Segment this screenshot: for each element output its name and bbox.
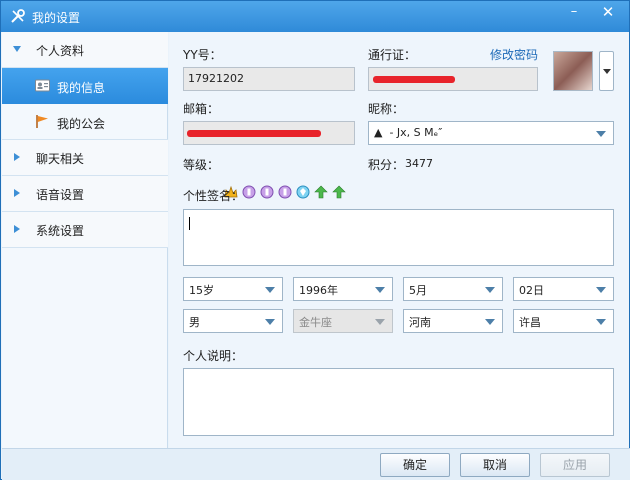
sidebar-group-chat[interactable]: 聊天相关	[2, 140, 168, 176]
sidebar-group-label: 语音设置	[36, 188, 85, 202]
province-select[interactable]: 河南	[403, 309, 503, 333]
avatar-dropdown[interactable]	[599, 51, 614, 91]
chevron-right-icon	[14, 225, 20, 233]
window-title: 我的设置	[32, 11, 81, 25]
zodiac-value: 金牛座	[299, 316, 332, 329]
level-label: 等级：	[183, 158, 220, 172]
city-select[interactable]: 许昌	[513, 309, 614, 333]
birth-month-select[interactable]: 5月	[403, 277, 503, 301]
nickname-label: 昵称：	[368, 102, 405, 116]
province-value: 河南	[409, 316, 431, 329]
sidebar-item-label: 我的公会	[57, 117, 106, 131]
nickname-value: ▲ - Jx, S Mₑ″	[374, 126, 443, 139]
profile-panel: YY号： 17921202 通行证： 修改密码 邮箱： 昵称： ▲ - Jx, …	[169, 32, 629, 448]
age-select[interactable]: 15岁	[183, 277, 283, 301]
city-value: 许昌	[519, 316, 541, 329]
redaction-mark	[187, 130, 321, 137]
chevron-right-icon	[14, 153, 20, 161]
chevron-down-icon[interactable]	[596, 131, 606, 137]
sidebar-group-label: 系统设置	[36, 224, 85, 238]
points-value: 3477	[405, 157, 433, 170]
chevron-down-icon[interactable]	[375, 287, 385, 293]
birth-day-value: 02日	[519, 284, 544, 297]
tools-icon	[11, 9, 25, 23]
sidebar: 个人资料 我的信息 我的公会 聊天相关 语音设置 系统设置	[2, 32, 168, 448]
chevron-down-icon[interactable]	[485, 319, 495, 325]
sidebar-group-label: 个人资料	[36, 44, 85, 58]
passport-label: 通行证：	[368, 48, 417, 62]
chevron-down-icon	[13, 46, 21, 52]
settings-window: 我的设置 – ✕ 个人资料 我的信息 我的公会 聊天相关 语音设置 系统设置 Y…	[0, 0, 630, 480]
sidebar-group-system[interactable]: 系统设置	[2, 212, 168, 248]
sidebar-group-profile[interactable]: 个人资料	[2, 32, 168, 68]
passport-field	[368, 67, 538, 91]
purple-badge-icon	[260, 185, 274, 199]
purple-badge-icon	[242, 185, 256, 199]
avatar[interactable]	[553, 51, 593, 91]
birth-year-select[interactable]: 1996年	[293, 277, 393, 301]
diamond-icon	[296, 185, 310, 199]
minimize-button[interactable]: –	[561, 3, 587, 23]
email-field	[183, 121, 355, 145]
green-arrow-icon	[314, 185, 328, 199]
title-bar[interactable]: 我的设置 – ✕	[1, 1, 629, 32]
zodiac-select: 金牛座	[293, 309, 393, 333]
text-caret	[189, 217, 190, 230]
chevron-down-icon[interactable]	[265, 287, 275, 293]
green-arrow-icon	[332, 185, 346, 199]
chevron-down-icon[interactable]	[265, 319, 275, 325]
chevron-right-icon	[14, 189, 20, 197]
yy-label: YY号：	[183, 48, 222, 62]
birth-year-value: 1996年	[299, 284, 338, 297]
age-value: 15岁	[189, 284, 214, 297]
points-label: 积分：	[368, 158, 405, 172]
nickname-input[interactable]: ▲ - Jx, S Mₑ″	[368, 121, 614, 145]
chevron-down-icon[interactable]	[485, 287, 495, 293]
change-password-link[interactable]: 修改密码	[490, 46, 538, 63]
yy-number-field: 17921202	[183, 67, 355, 91]
sidebar-item-label: 我的信息	[57, 81, 106, 95]
signature-input[interactable]	[183, 209, 614, 266]
signature-label: 个性签名：	[183, 189, 244, 203]
ok-button[interactable]: 确定	[380, 453, 450, 477]
purple-badge-icon	[278, 185, 292, 199]
sidebar-item-my-guild[interactable]: 我的公会	[2, 104, 168, 140]
close-button[interactable]: ✕	[595, 3, 621, 23]
gender-value: 男	[189, 316, 200, 329]
button-bar: 确定 取消 应用	[2, 448, 630, 480]
email-label: 邮箱：	[183, 102, 220, 116]
about-input[interactable]	[183, 368, 614, 436]
birth-month-value: 5月	[409, 284, 427, 297]
gender-select[interactable]: 男	[183, 309, 283, 333]
redaction-mark	[373, 76, 455, 83]
cancel-button[interactable]: 取消	[460, 453, 530, 477]
chevron-down-icon[interactable]	[596, 287, 606, 293]
birth-day-select[interactable]: 02日	[513, 277, 614, 301]
sidebar-group-voice[interactable]: 语音设置	[2, 176, 168, 212]
id-card-icon	[35, 79, 50, 92]
flag-icon	[36, 115, 48, 128]
about-label: 个人说明：	[183, 349, 244, 363]
chevron-down-icon	[603, 69, 611, 74]
apply-button: 应用	[540, 453, 610, 477]
sidebar-item-my-info[interactable]: 我的信息	[2, 68, 168, 104]
chevron-down-icon[interactable]	[596, 319, 606, 325]
chevron-down-icon	[375, 319, 385, 325]
sidebar-group-label: 聊天相关	[36, 152, 85, 166]
